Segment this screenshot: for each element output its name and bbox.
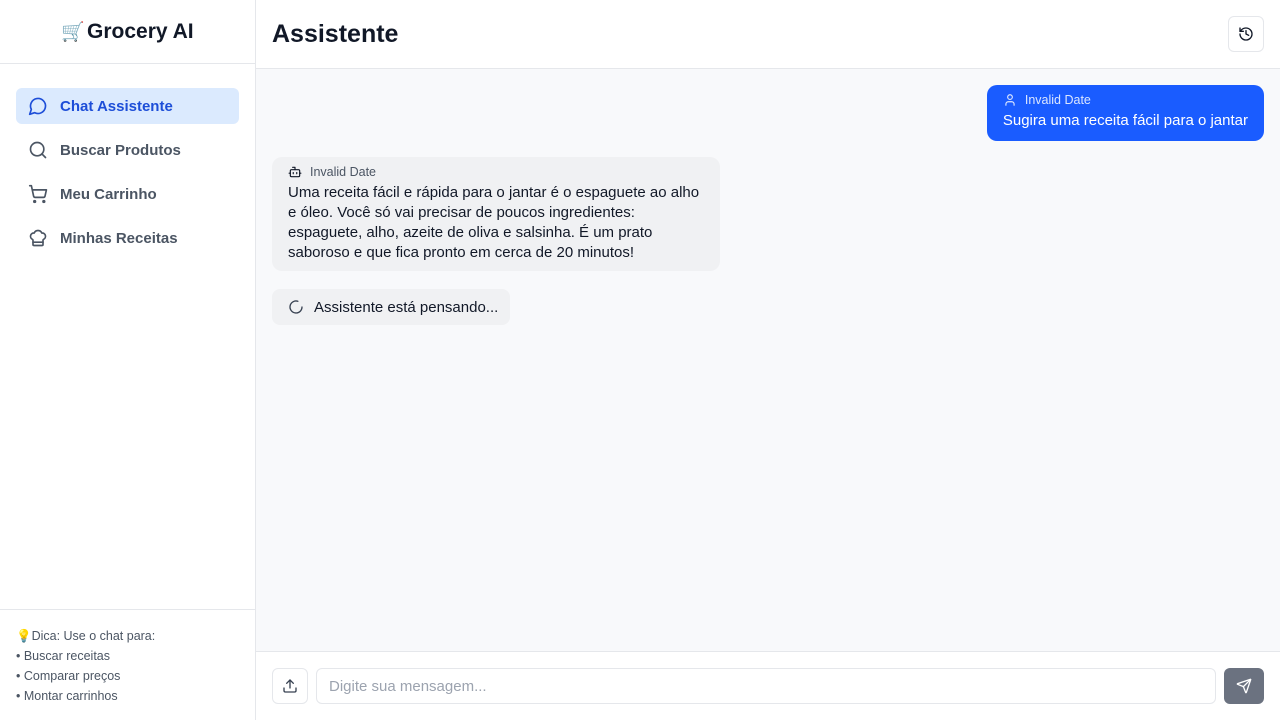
page-header: Assistente <box>256 0 1280 69</box>
bot-icon <box>288 165 302 179</box>
tip-line: • Buscar receitas <box>16 649 110 663</box>
message-composer <box>256 651 1280 720</box>
message-timestamp: Invalid Date <box>1024 93 1091 107</box>
sidebar-item-label: Meu Carrinho <box>60 185 157 203</box>
search-icon <box>28 140 48 160</box>
main-panel: Assistente Invalid Date Sugira uma recei… <box>256 0 1280 720</box>
sidebar-item-label: Chat Assistente <box>60 97 173 115</box>
sidebar-item-chat-assistente[interactable]: Chat Assistente <box>16 88 239 124</box>
shopping-cart-icon <box>28 184 48 204</box>
tip-box: 💡Dica: Use o chat para: • Buscar receita… <box>0 609 255 720</box>
sidebar-item-meu-carrinho[interactable]: Meu Carrinho <box>16 176 239 212</box>
chat-area[interactable]: Invalid Date Sugira uma receita fácil pa… <box>256 69 1280 651</box>
user-message: Invalid Date Sugira uma receita fácil pa… <box>986 85 1264 141</box>
cart-emoji-icon: 🛒 <box>61 21 86 43</box>
thinking-indicator: Assistente está pensando... <box>272 289 510 325</box>
spinner-icon <box>288 299 304 315</box>
message-circle-icon <box>28 96 48 116</box>
sidebar: 🛒 Grocery AI Chat Assistente Buscar Prod… <box>0 0 256 720</box>
assistant-message: Invalid Date Uma receita fácil e rápida … <box>272 157 720 271</box>
history-button[interactable] <box>1228 16 1264 52</box>
sidebar-item-buscar-produtos[interactable]: Buscar Produtos <box>16 132 239 168</box>
message-text: Uma receita fácil e rápida para o jantar… <box>288 184 700 261</box>
sidebar-item-minhas-receitas[interactable]: Minhas Receitas <box>16 220 239 256</box>
app-root: 🛒 Grocery AI Chat Assistente Buscar Prod… <box>0 0 1280 720</box>
upload-icon <box>282 678 298 694</box>
message-input[interactable] <box>316 668 1216 704</box>
thinking-text: Assistente está pensando... <box>314 298 499 316</box>
user-icon <box>1003 93 1017 107</box>
send-icon <box>1236 678 1252 694</box>
message-meta: Invalid Date <box>288 165 704 179</box>
page-title: Assistente <box>272 19 399 48</box>
brand-name: Grocery AI <box>87 19 194 43</box>
brand-logo[interactable]: 🛒 Grocery AI <box>0 0 255 64</box>
tip-line: • Montar carrinhos <box>16 689 118 703</box>
message-meta: Invalid Date <box>1003 93 1248 107</box>
sidebar-item-label: Minhas Receitas <box>60 229 178 247</box>
upload-button[interactable] <box>272 668 308 704</box>
history-icon <box>1238 26 1254 42</box>
message-timestamp: Invalid Date <box>310 165 377 179</box>
sidebar-item-label: Buscar Produtos <box>60 141 181 159</box>
sidebar-nav: Chat Assistente Buscar Produtos Meu Carr… <box>0 64 255 609</box>
tip-line: • Comparar preços <box>16 669 121 683</box>
tip-title: 💡Dica: Use o chat para: <box>16 629 156 643</box>
message-text: Sugira uma receita fácil para o jantar <box>1002 112 1248 129</box>
send-button[interactable] <box>1224 668 1264 704</box>
chef-hat-icon <box>28 228 48 248</box>
